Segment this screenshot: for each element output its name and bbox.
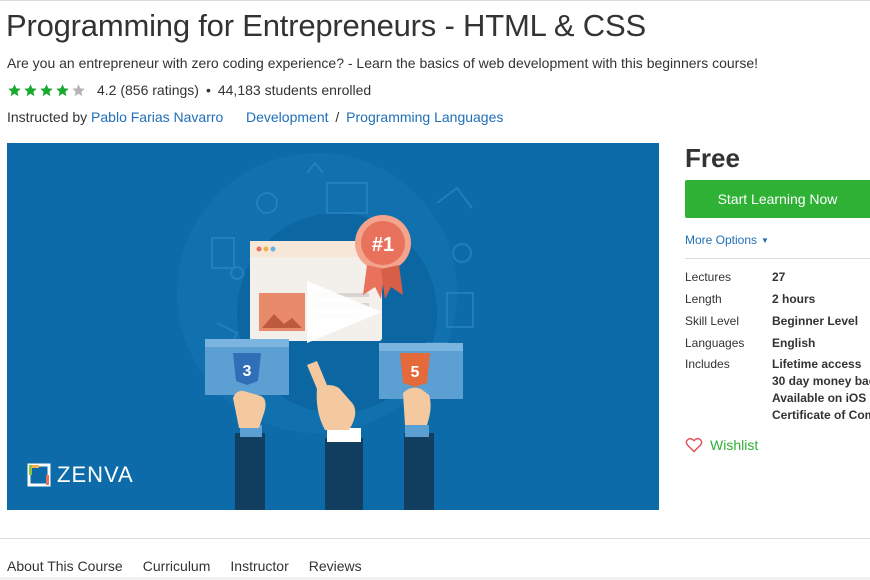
more-options-label: More Options [685,233,758,247]
course-title: Programming for Entrepreneurs - HTML & C… [6,8,646,43]
zenva-brand: ZENVA [27,462,134,488]
course-preview-video[interactable]: #1 3 5 ZENVA [7,143,659,510]
instructor-link[interactable]: Pablo Farias Navarro [91,109,223,125]
spec-label-length: Length [685,292,722,306]
star-icon [40,83,53,96]
tab-curriculum[interactable]: Curriculum [143,558,211,574]
spec-value-length: 2 hours [772,292,816,306]
svg-text:3: 3 [243,363,252,380]
course-tabs: About This Course Curriculum Instructor … [7,558,382,574]
separator-dot: • [205,82,211,98]
students-enrolled: 44,183 students enrolled [217,82,372,98]
star-icon [8,83,21,96]
spec-label-languages: Languages [685,336,745,350]
more-options-dropdown[interactable]: More Options ▼ [685,233,769,247]
price: Free [685,143,740,173]
breadcrumb: Development / Programming Languages [246,109,503,125]
rating-row: 4.2 (856 ratings) • 44,183 students enro… [7,81,371,99]
start-learning-button[interactable]: Start Learning Now [685,180,870,218]
tab-instructor[interactable]: Instructor [230,558,288,574]
wishlist-button[interactable]: Wishlist [685,437,758,453]
star-icon [56,83,69,96]
zenva-text: ZENVA [57,462,134,487]
spec-label-includes: Includes [685,357,730,371]
award-badge-text: #1 [372,234,394,256]
includes-certificate: Certificate of Completion [772,408,870,422]
category-link[interactable]: Development [246,109,329,125]
tab-reviews[interactable]: Reviews [309,558,362,574]
rating-stars [7,83,87,98]
star-icon [24,83,37,96]
breadcrumb-separator: / [335,109,340,125]
instructor-row: Instructed by Pablo Farias Navarro [7,109,223,125]
spec-value-lectures: 27 [772,270,786,284]
video-illustration: #1 3 5 [177,153,474,510]
includes-mobile: Available on iOS and Android [772,391,870,405]
heart-icon [685,437,703,453]
tabs-divider [0,538,870,539]
svg-text:5: 5 [411,364,420,381]
caret-down-icon: ▼ [761,235,769,245]
spec-value-languages: English [772,336,816,350]
spec-value-includes: Lifetime access [772,357,862,371]
top-border [0,0,870,1]
tab-about[interactable]: About This Course [7,558,123,574]
rating-text[interactable]: 4.2 (856 ratings) [97,82,199,98]
includes-money-back: 30 day money back guarantee! [772,374,870,388]
zenva-logo-icon [27,463,51,487]
star-icon [72,83,85,96]
spec-value-skill-level: Beginner Level [772,314,859,328]
subcategory-link[interactable]: Programming Languages [346,109,503,125]
spec-label-lectures: Lectures [685,270,732,284]
spec-label-skill-level: Skill Level [685,314,740,328]
wishlist-label: Wishlist [710,437,759,453]
instructed-by-label: Instructed by [7,109,88,125]
sidebar-divider [685,258,870,259]
course-subtitle: Are you an entrepreneur with zero coding… [7,55,758,71]
